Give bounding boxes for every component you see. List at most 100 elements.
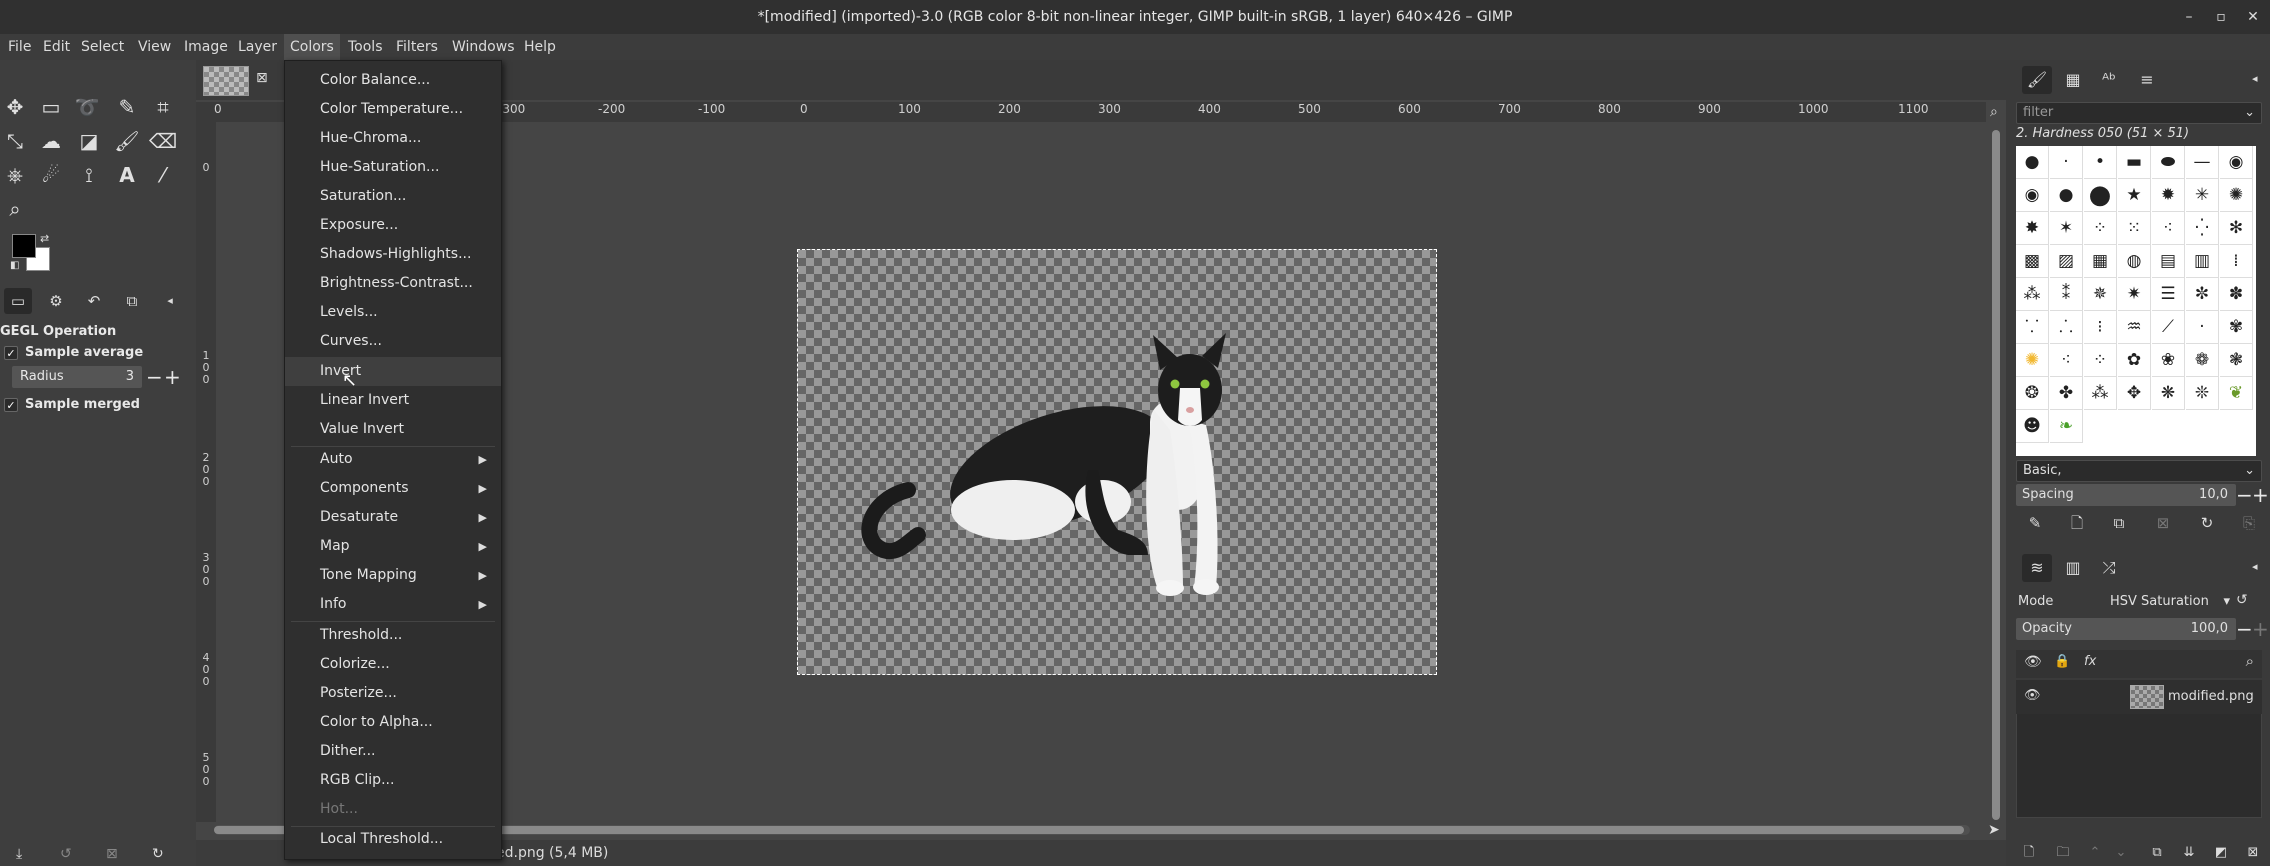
brush-cell[interactable]: ⁘ [2084, 212, 2117, 245]
brush-cell[interactable]: ⸪ [2016, 311, 2049, 344]
menu-item-curves[interactable]: Curves... [285, 327, 501, 356]
brush-cell[interactable]: ❋ [2152, 377, 2185, 410]
dock-menu-icon[interactable]: ◂ [2252, 560, 2258, 573]
menu-colors[interactable]: Colors [284, 34, 340, 60]
brush-cell[interactable]: ✺ [2220, 179, 2253, 212]
spacing-decrease-button[interactable]: − [2236, 484, 2253, 506]
clone-icon[interactable]: ⎈ [0, 160, 30, 190]
brush-cell[interactable]: ✽ [2220, 278, 2253, 311]
new-layer-group-icon[interactable]: 🗀 [2050, 840, 2076, 866]
brush-cell[interactable]: ❂ [2016, 377, 2049, 410]
sample-average-checkbox[interactable]: ✓ [4, 346, 18, 360]
lock-header-icon[interactable]: 🔒 [2054, 654, 2070, 669]
menu-item-components[interactable]: Components ▶ [285, 474, 501, 503]
menu-windows[interactable]: Windows [446, 34, 521, 60]
chevron-down-icon[interactable]: ⌄ [2244, 461, 2255, 481]
tab-undo-history-icon[interactable]: ↶ [80, 288, 108, 314]
menu-item-rgb-clip[interactable]: RGB Clip... [285, 766, 501, 795]
tab-menu-icon[interactable]: ◂ [156, 288, 184, 314]
brush-preset-select[interactable]: Basic, ⌄ [2016, 460, 2262, 482]
menu-item-auto[interactable]: Auto ▶ [285, 445, 501, 474]
brush-cell[interactable]: • [2084, 146, 2117, 179]
brush-cell[interactable]: ⁝ [2084, 311, 2117, 344]
menu-item-color-temperature[interactable]: Color Temperature... [285, 95, 501, 124]
lasso-icon[interactable]: ➰ [72, 92, 102, 122]
edit-brush-icon[interactable]: ✎ [2022, 510, 2048, 536]
brush-cell[interactable]: ▦ [2084, 245, 2117, 278]
radius-increase-button[interactable]: + [164, 366, 181, 388]
mode-select[interactable]: HSV Saturation ▾ [2110, 594, 2230, 609]
close-button[interactable]: ✕ [2239, 0, 2267, 34]
duplicate-brush-icon[interactable]: ⧉ [2106, 510, 2132, 536]
layer-mask-icon[interactable]: ◩ [2208, 840, 2234, 866]
menu-item-info[interactable]: Info ▶ [285, 590, 501, 619]
brush-cell[interactable]: ❀ [2152, 344, 2185, 377]
brush-cell[interactable]: ⁖ [2152, 212, 2185, 245]
brush-cell[interactable]: ✻ [2220, 212, 2253, 245]
brush-cell[interactable]: ✷ [2118, 278, 2151, 311]
eraser-icon[interactable]: ⌫ [148, 126, 178, 156]
brush-cell[interactable]: · [2186, 311, 2219, 344]
brush-cell[interactable]: ✾ [2220, 311, 2253, 344]
brush-cell[interactable]: ⁂ [2084, 377, 2117, 410]
menu-layer[interactable]: Layer [232, 34, 283, 60]
restore-options-icon[interactable]: ↺ [60, 846, 72, 862]
menu-item-tone-mapping[interactable]: Tone Mapping ▶ [285, 561, 501, 590]
tab-tool-options-icon[interactable]: ▭ [4, 288, 32, 314]
opacity-spinner[interactable]: Opacity 100,0 [2016, 618, 2236, 640]
brush-cell[interactable]: ⁞ [2220, 245, 2253, 278]
navigate-icon[interactable]: ➤ [1988, 822, 2000, 838]
brush-cell[interactable]: ⁂ [2016, 278, 2049, 311]
zoom-lens-icon[interactable]: ⌕ [1990, 104, 1998, 120]
tab-patterns-icon[interactable]: ▦ [2058, 66, 2088, 94]
brush-cell[interactable]: ⁘ [2084, 344, 2117, 377]
brush-cell[interactable]: ◉ [2016, 179, 2049, 212]
image-tab-thumbnail[interactable] [203, 66, 249, 96]
text-tool-icon[interactable]: A [112, 160, 142, 190]
menu-item-hue-saturation[interactable]: Hue-Saturation... [285, 153, 501, 182]
brush-cell[interactable]: ◍ [2118, 245, 2151, 278]
menu-file[interactable]: File [2, 34, 37, 60]
brush-cell[interactable]: ✶ [2050, 212, 2083, 245]
brush-cell[interactable]: ✵ [2084, 278, 2117, 311]
brush-cell[interactable]: ✺ [2016, 344, 2049, 377]
refresh-brushes-icon[interactable]: ↻ [2194, 510, 2220, 536]
open-brush-icon[interactable]: ⎘ [2236, 510, 2262, 536]
layer-row[interactable]: 👁 modified.png [2016, 680, 2262, 714]
new-brush-icon[interactable]: 🗋 [2064, 510, 2090, 536]
menu-item-desaturate[interactable]: Desaturate ▶ [285, 503, 501, 532]
brush-cell[interactable]: ❦ [2220, 377, 2253, 410]
brush-cell[interactable]: ▥ [2186, 245, 2219, 278]
menu-item-brightness-contrast[interactable]: Brightness-Contrast... [285, 269, 501, 298]
tab-channels-icon[interactable]: ▥ [2058, 554, 2088, 582]
menu-view[interactable]: View [132, 34, 177, 60]
menu-item-color-balance[interactable]: Color Balance... [285, 66, 501, 95]
merge-layer-icon[interactable]: ⇊ [2176, 840, 2202, 866]
delete-layer-icon[interactable]: ⊠ [2240, 840, 2266, 866]
brush-cell[interactable]: ☰ [2152, 278, 2185, 311]
brush-cell[interactable]: ❁ [2186, 344, 2219, 377]
menu-image[interactable]: Image [178, 34, 234, 60]
smudge-icon[interactable]: ☄ [36, 160, 66, 190]
tab-paths-icon[interactable]: ⤮ [2094, 554, 2124, 582]
image-canvas[interactable] [797, 249, 1437, 675]
menu-item-dither[interactable]: Dither... [285, 737, 501, 766]
sample-merged-checkbox[interactable]: ✓ [4, 398, 18, 412]
brush-cell[interactable]: ✼ [2186, 278, 2219, 311]
bucket-fill-icon[interactable]: ◪ [74, 126, 104, 156]
menu-item-hue-chroma[interactable]: Hue-Chroma... [285, 124, 501, 153]
save-options-icon[interactable]: ⤓ [16, 846, 22, 862]
menu-item-saturation[interactable]: Saturation... [285, 182, 501, 211]
brush-cell[interactable]: ● [2084, 179, 2117, 212]
brush-cell[interactable]: ⁖ [2050, 344, 2083, 377]
reset-colors-icon[interactable]: ◧ [10, 260, 19, 271]
brush-cell[interactable]: ♒ [2118, 311, 2151, 344]
menu-tools[interactable]: Tools [342, 34, 389, 60]
crop-icon[interactable]: ⌗ [148, 92, 178, 122]
brush-cell[interactable]: ⸫ [2050, 311, 2083, 344]
brush-cell[interactable]: ❧ [2050, 410, 2083, 443]
brush-cell[interactable]: ● [2050, 179, 2083, 212]
brush-cell[interactable]: ▩ [2016, 245, 2049, 278]
tab-document-history-icon[interactable]: ≡ [2132, 66, 2162, 94]
menu-item-posterize[interactable]: Posterize... [285, 679, 501, 708]
